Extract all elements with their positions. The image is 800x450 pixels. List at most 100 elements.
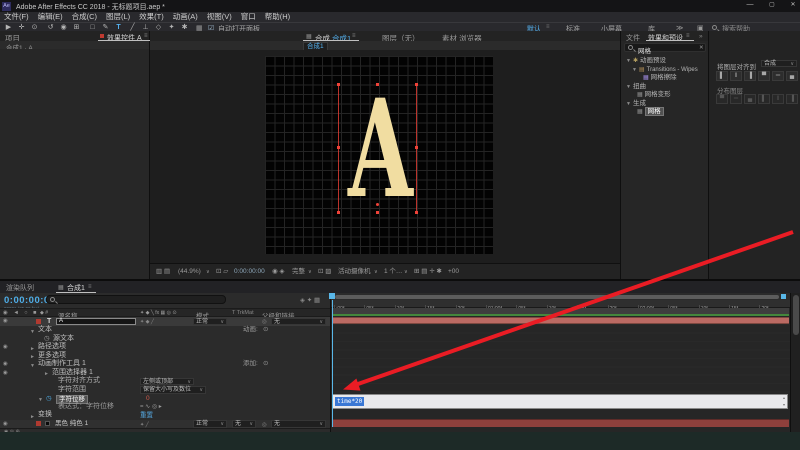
switches-column-icons[interactable]: ✦ ◆ ╲ fx ▦ ◎ ⊙ xyxy=(140,310,177,316)
eye-icon[interactable]: ◉ xyxy=(3,369,8,377)
exposure-value[interactable]: +00 xyxy=(448,264,459,280)
prop-row-animator-1[interactable]: ◉ ▼ 动画制作工具 1 添加: ⊙ xyxy=(0,360,330,368)
distribute-hcenter-button[interactable]: ‖ xyxy=(772,94,784,104)
eye-icon[interactable]: ◉ xyxy=(3,343,8,351)
prop-row-source-text[interactable]: ◷ 源文本 xyxy=(0,335,330,343)
menu-file[interactable]: 文件(F) xyxy=(4,12,29,22)
viewer-misc-icons-a[interactable]: ▥ ▤ xyxy=(156,264,170,280)
tree-label-selected[interactable]: 网格 xyxy=(645,107,664,116)
prop-label[interactable]: 变换 xyxy=(38,411,52,419)
tree-label[interactable]: 扭曲 xyxy=(633,83,646,90)
prop-label[interactable]: 源文本 xyxy=(53,335,74,343)
tree-item-distort-group[interactable]: ▼扭曲 xyxy=(626,83,646,91)
prop-row-transform[interactable]: ► 变换 重置 xyxy=(0,411,330,419)
magnification-caret-icon[interactable]: ∨ xyxy=(206,264,210,280)
character-alignment-select[interactable]: ∨左侧或顶部 xyxy=(140,378,194,386)
align-vcenter-button[interactable]: ═ xyxy=(772,71,784,81)
viewer-stage[interactable]: A xyxy=(150,50,620,263)
effects-panel-menu-icon[interactable]: ≡ xyxy=(686,33,690,39)
prop-row-more-options[interactable]: ► 更多选项 xyxy=(0,352,330,360)
minimize-button[interactable]: — xyxy=(742,1,758,8)
comp-toggle-icons[interactable]: ◈ ✦ ▦ xyxy=(300,296,320,304)
selection-handle[interactable] xyxy=(376,83,379,86)
twirl-icon[interactable]: ▼ xyxy=(626,84,631,90)
selection-handle[interactable] xyxy=(337,83,340,86)
camera-caret-icon[interactable]: ∨ xyxy=(374,264,378,280)
align-hcenter-button[interactable]: ‖ xyxy=(730,71,742,81)
view-layout-select[interactable]: 1 个… xyxy=(384,264,402,280)
tab-render-queue[interactable]: 渲染队列 xyxy=(6,283,34,293)
time-ruler[interactable]: :00f05f10f15f20f01:00f05f10f15f20f02:00f… xyxy=(331,300,791,308)
layer-color-label[interactable] xyxy=(36,421,41,426)
layer-name-edit-field[interactable]: A xyxy=(56,318,136,325)
effects-search-value[interactable]: 网格 xyxy=(638,45,651,55)
tree-item-mesh-warp[interactable]: ▦网格变形 xyxy=(637,91,671,99)
tree-item-animation-presets[interactable]: ▼✱动画预设 xyxy=(626,57,666,65)
viewer-misc-icons-b[interactable]: ⊡ ▱ xyxy=(216,264,228,280)
menu-effect[interactable]: 效果(T) xyxy=(139,12,164,22)
menu-animation[interactable]: 动画(A) xyxy=(173,12,198,22)
distribute-right-button[interactable]: ▐ xyxy=(786,94,798,104)
selection-handle[interactable] xyxy=(415,211,418,214)
layer1-mode-select[interactable]: ∨正常 xyxy=(193,318,227,326)
align-right-button[interactable]: ▐ xyxy=(744,71,756,81)
effect-controls-body[interactable] xyxy=(0,49,150,279)
view-layout-caret-icon[interactable]: ∨ xyxy=(404,264,408,280)
viewer-timecode[interactable]: 0:00:00:00 xyxy=(234,264,265,280)
av-feature-column-icons[interactable]: ◉ ◄ ○ ■ xyxy=(3,310,38,316)
timeline-v-scrollbar-thumb[interactable] xyxy=(793,295,799,335)
menu-view[interactable]: 视图(V) xyxy=(207,12,232,22)
prop-row-range-selector[interactable]: ◉ ► 范围选择器 1 xyxy=(0,369,330,377)
layer2-trkmat-select[interactable]: ∨无 xyxy=(232,420,256,428)
prop-label[interactable]: 范围选择器 1 xyxy=(52,369,93,377)
layer-row-text[interactable]: ◉ T A ✦ ◆ ╱ ∨正常 ◎ ∨无 xyxy=(0,317,330,326)
twirl-icon[interactable]: ▼ xyxy=(626,58,631,64)
menu-composition[interactable]: 合成(C) xyxy=(72,12,97,22)
prop-row-character-offset[interactable]: ▼ ◷ 字符位移 0 xyxy=(0,394,330,402)
text-layer-duration-bar[interactable] xyxy=(332,317,789,324)
tree-label[interactable]: 网格变形 xyxy=(645,91,671,98)
tree-item-transitions-wipes[interactable]: ▼▤Transitions - Wipes xyxy=(632,66,698,74)
viewer-misc-icons-d[interactable]: ⊡ ▨ xyxy=(318,264,331,280)
tab-effects-presets[interactable]: 效果和预设 xyxy=(648,33,683,43)
effects-search-field[interactable]: 网格 ✕ xyxy=(624,43,706,52)
menu-help[interactable]: 帮助(H) xyxy=(265,12,290,22)
distribute-top-button[interactable]: ▀ xyxy=(716,94,728,104)
distribute-bottom-button[interactable]: ▄ xyxy=(744,94,756,104)
viewer-misc-icons-e[interactable]: ⊞ ▤ ✛ ✱ xyxy=(414,264,442,280)
prop-row-expression[interactable]: 表达式：字符位移 = ∿ ◎ ▸ xyxy=(0,403,330,411)
comp-panel-menu-icon[interactable]: ≡ xyxy=(352,33,356,39)
prop-row-character-range[interactable]: 字符范围 ∨保留大小写及数位 xyxy=(0,386,330,394)
effects-panel-overflow-icon[interactable]: » xyxy=(699,33,703,40)
prop-label[interactable]: 更多选项 xyxy=(38,352,66,360)
prop-label[interactable]: 动画制作工具 1 xyxy=(38,360,86,368)
menu-window[interactable]: 窗口 xyxy=(241,12,256,22)
tree-label[interactable]: 生成 xyxy=(633,100,646,107)
expression-editor-field[interactable]: time*20 ▴ ▾ xyxy=(332,394,788,409)
effects-search-clear-icon[interactable]: ✕ xyxy=(699,45,704,51)
stopwatch-icon[interactable]: ◷ xyxy=(44,335,50,343)
resolution-select[interactable]: 完整 xyxy=(292,264,305,280)
close-button[interactable]: ✕ xyxy=(786,1,800,8)
prop-label[interactable]: 路径选项 xyxy=(38,343,66,351)
selection-handle[interactable] xyxy=(337,211,340,214)
layer-color-label[interactable] xyxy=(36,319,41,324)
layer2-parent-select[interactable]: ∨无 xyxy=(271,420,326,428)
eye-icon[interactable]: ◉ xyxy=(3,360,8,368)
timeline-search-field[interactable] xyxy=(46,295,226,304)
layer-name-value[interactable]: A xyxy=(59,319,63,325)
tree-item-grid-effect[interactable]: ▦网格 xyxy=(637,108,664,116)
solid-layer-duration-bar[interactable] xyxy=(332,419,789,427)
prop-row-text-group[interactable]: ▼ 文本 动画: ⊙ xyxy=(0,326,330,334)
align-bottom-button[interactable]: ▄ xyxy=(786,71,798,81)
align-left-button[interactable]: ▌ xyxy=(716,71,728,81)
distribute-left-button[interactable]: ▌ xyxy=(758,94,770,104)
add-menu-button[interactable]: ⊙ xyxy=(263,360,268,368)
selection-handle[interactable] xyxy=(415,83,418,86)
twirl-icon[interactable]: ▼ xyxy=(626,101,631,107)
resolution-caret-icon[interactable]: ∨ xyxy=(308,264,312,280)
tree-label[interactable]: Transitions - Wipes xyxy=(647,67,698,73)
layer1-parent-select[interactable]: ∨无 xyxy=(271,318,326,326)
distribute-vcenter-button[interactable]: ═ xyxy=(730,94,742,104)
timeline-panel-menu-icon[interactable]: ≡ xyxy=(88,284,92,290)
